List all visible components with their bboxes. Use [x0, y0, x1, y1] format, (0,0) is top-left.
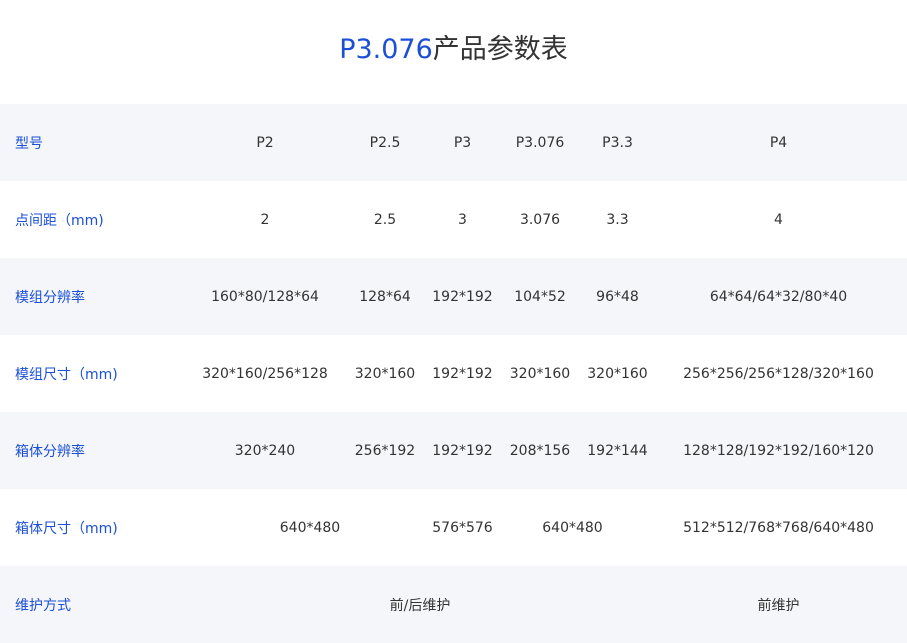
- table-cell: 前维护: [650, 566, 907, 643]
- row-label: 箱体分辨率: [0, 412, 190, 489]
- table-cell: 3.3: [606, 211, 629, 228]
- table-cell: 128*64: [340, 258, 430, 335]
- table-cell: P2.5: [340, 104, 430, 181]
- row-label: 维护方式: [0, 566, 190, 643]
- table-row-cabinet-resolution: 箱体分辨率 320*240 256*192 192*192 208*156 19…: [0, 412, 907, 489]
- table-cell: 320*160: [354, 365, 416, 382]
- table-cell: P3.076: [495, 104, 585, 181]
- table-cell: 512*512/768*768/640*480: [683, 519, 874, 536]
- table-cell: 320*240: [190, 412, 340, 489]
- table-cell: 640*480: [279, 519, 341, 536]
- table-cell: 320*160: [509, 365, 571, 382]
- table-cell: 208*156: [495, 412, 585, 489]
- table-cell: 2.5: [373, 211, 397, 228]
- table-cell: 2: [260, 211, 270, 228]
- table-cell: P4: [650, 104, 907, 181]
- table-row-maintenance: 维护方式 前/后维护 前维护: [0, 566, 907, 643]
- table-cell: 3.076: [519, 211, 561, 228]
- table-row-cabinet-size: 箱体尺寸（mm) 640*480 576*576 640*480 512*512…: [0, 489, 907, 566]
- title-text: 产品参数表: [432, 34, 568, 65]
- title-model: P3.076: [339, 34, 433, 65]
- table-cell: 192*192: [430, 258, 495, 335]
- table-cell: 64*64/64*32/80*40: [650, 258, 907, 335]
- table-cell: 256*192: [340, 412, 430, 489]
- table-row-module-size: 模组尺寸（mm) 320*160/256*128 320*160 192*192…: [0, 335, 907, 412]
- table-cell: 192*192: [430, 412, 495, 489]
- table-cell: P3: [430, 104, 495, 181]
- row-label: 型号: [0, 104, 190, 181]
- spec-table: 型号 P2 P2.5 P3 P3.076 P3.3 P4 点间距（mm) 2 2…: [0, 104, 907, 643]
- table-cell: 256*256/256*128/320*160: [683, 365, 874, 382]
- table-cell: 192*192: [432, 365, 493, 382]
- table-cell: P3.3: [585, 104, 650, 181]
- row-label: 模组尺寸（mm): [15, 366, 118, 383]
- table-cell: 320*160/256*128: [202, 365, 328, 382]
- table-row-module-resolution: 模组分辨率 160*80/128*64 128*64 192*192 104*5…: [0, 258, 907, 335]
- table-cell: 160*80/128*64: [190, 258, 340, 335]
- table-cell: 4: [774, 211, 783, 228]
- table-cell: 320*160: [587, 365, 648, 382]
- table-cell: 96*48: [585, 258, 650, 335]
- row-label: 模组分辨率: [0, 258, 190, 335]
- table-cell: 192*144: [585, 412, 650, 489]
- table-cell: 640*480: [542, 519, 603, 536]
- table-cell: 前/后维护: [190, 566, 650, 643]
- row-label: 点间距（mm): [15, 212, 104, 229]
- table-cell: P2: [190, 104, 340, 181]
- table-cell: 3: [458, 211, 467, 228]
- table-row-pitch: 点间距（mm) 2 2.5 3 3.076 3.3 4: [0, 181, 907, 258]
- page-title: P3.076产品参数表: [0, 30, 907, 70]
- row-label: 箱体尺寸（mm): [15, 520, 118, 537]
- table-cell: 128*128/192*192/160*120: [650, 412, 907, 489]
- table-cell: 104*52: [495, 258, 585, 335]
- table-row-model: 型号 P2 P2.5 P3 P3.076 P3.3 P4: [0, 104, 907, 181]
- table-cell: 576*576: [432, 519, 493, 536]
